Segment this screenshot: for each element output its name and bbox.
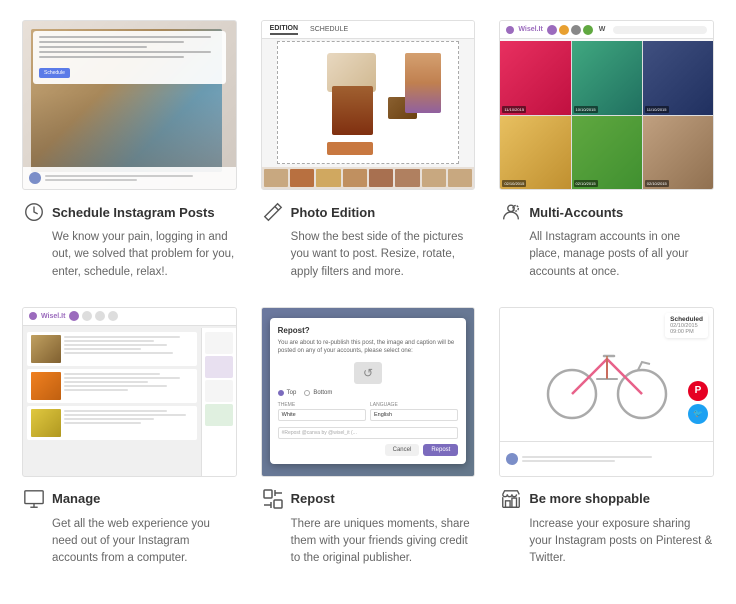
repost-modal-body: You are about to re-publish this post, t…: [278, 339, 459, 356]
twitter-icon: 🐦: [688, 404, 708, 424]
feature-desc-schedule: We know your pain, logging in and out, w…: [22, 229, 237, 281]
feature-title-row-schedule: Schedule Instagram Posts: [22, 200, 215, 224]
screenshot-multi-accounts: Wisel.It W 11/10/2015 10/10/2015 11/10/2…: [499, 20, 714, 190]
screenshot-schedule: Schedule: [22, 20, 237, 190]
feature-title-row-shoppable: Be more shoppable: [499, 487, 650, 511]
cancel-button[interactable]: Cancel: [385, 444, 420, 456]
tab-schedule[interactable]: SCHEDULE: [310, 26, 348, 33]
ss4-brand: Wisel.It: [41, 313, 65, 320]
repost-button[interactable]: Repost: [423, 444, 458, 456]
repost-preview-icon: ↺: [354, 362, 382, 384]
features-grid: Schedule Schedule Instagram Posts We kno…: [0, 0, 736, 594]
feature-title-manage: Manage: [52, 491, 100, 506]
cell-schedule: Schedule Schedule Instagram Posts We kno…: [10, 10, 249, 297]
ss6-avatar: [506, 453, 518, 465]
repost-bottom-option[interactable]: Bottom: [313, 390, 332, 396]
theme-label: THEME: [278, 402, 366, 408]
feature-desc-shoppable: Increase your exposure sharing your Inst…: [499, 516, 714, 568]
social-icons: P 🐦: [688, 381, 708, 424]
repost-top-option[interactable]: Top: [287, 390, 297, 396]
cell-repost: Repost? You are about to re-publish this…: [249, 297, 488, 584]
cell-multi-accounts: Wisel.It W 11/10/2015 10/10/2015 11/10/2…: [487, 10, 726, 297]
feature-title-schedule: Schedule Instagram Posts: [52, 205, 215, 220]
feature-desc-multi: All Instagram accounts in one place, man…: [499, 229, 714, 281]
feature-title-repost: Repost: [291, 491, 335, 506]
pinterest-icon: P: [688, 381, 708, 401]
caption-preview: #Repost @canva by @wisel_it (...: [278, 427, 459, 439]
ss3-brand: Wisel.It: [518, 26, 542, 33]
screenshot-repost: Repost? You are about to re-publish this…: [261, 307, 476, 477]
feature-title-row-repost: Repost: [261, 487, 335, 511]
theme-select[interactable]: White: [278, 409, 366, 421]
tab-edition[interactable]: EDITION: [270, 25, 298, 35]
bike-illustration: [542, 324, 672, 424]
repost-modal-title: Repost?: [278, 326, 459, 335]
feature-desc-repost: There are uniques moments, share them wi…: [261, 516, 476, 568]
feature-title-shoppable: Be more shoppable: [529, 491, 650, 506]
screenshot-photo-edition: EDITION SCHEDULE: [261, 20, 476, 190]
feature-title-row-manage: Manage: [22, 487, 100, 511]
clock-icon: [22, 200, 46, 224]
feature-title-row-multi: Multi-Accounts: [499, 200, 623, 224]
screenshot-shoppable: Scheduled 02/10/2015 09:00 PM P 🐦: [499, 307, 714, 477]
person-icon: [499, 200, 523, 224]
repost-icon: [261, 487, 285, 511]
store-icon: [499, 487, 523, 511]
language-label: LANGUAGE: [370, 402, 458, 408]
cell-photo-edition: EDITION SCHEDULE: [249, 10, 488, 297]
feature-title-photo: Photo Edition: [291, 205, 375, 220]
feature-title-row-photo: Photo Edition: [261, 200, 375, 224]
monitor-icon: [22, 487, 46, 511]
cell-shoppable: Scheduled 02/10/2015 09:00 PM P 🐦: [487, 297, 726, 584]
pencil-icon: [261, 200, 285, 224]
feature-desc-photo: Show the best side of the pictures you w…: [261, 229, 476, 281]
cell-manage: Wisel.It: [10, 297, 249, 584]
scheduled-badge: Scheduled 02/10/2015 09:00 PM: [665, 313, 708, 338]
screenshot-manage: Wisel.It: [22, 307, 237, 477]
language-select[interactable]: English: [370, 409, 458, 421]
ss6-bottom-info: [522, 456, 707, 462]
feature-title-multi: Multi-Accounts: [529, 205, 623, 220]
feature-desc-manage: Get all the web experience you need out …: [22, 516, 237, 568]
